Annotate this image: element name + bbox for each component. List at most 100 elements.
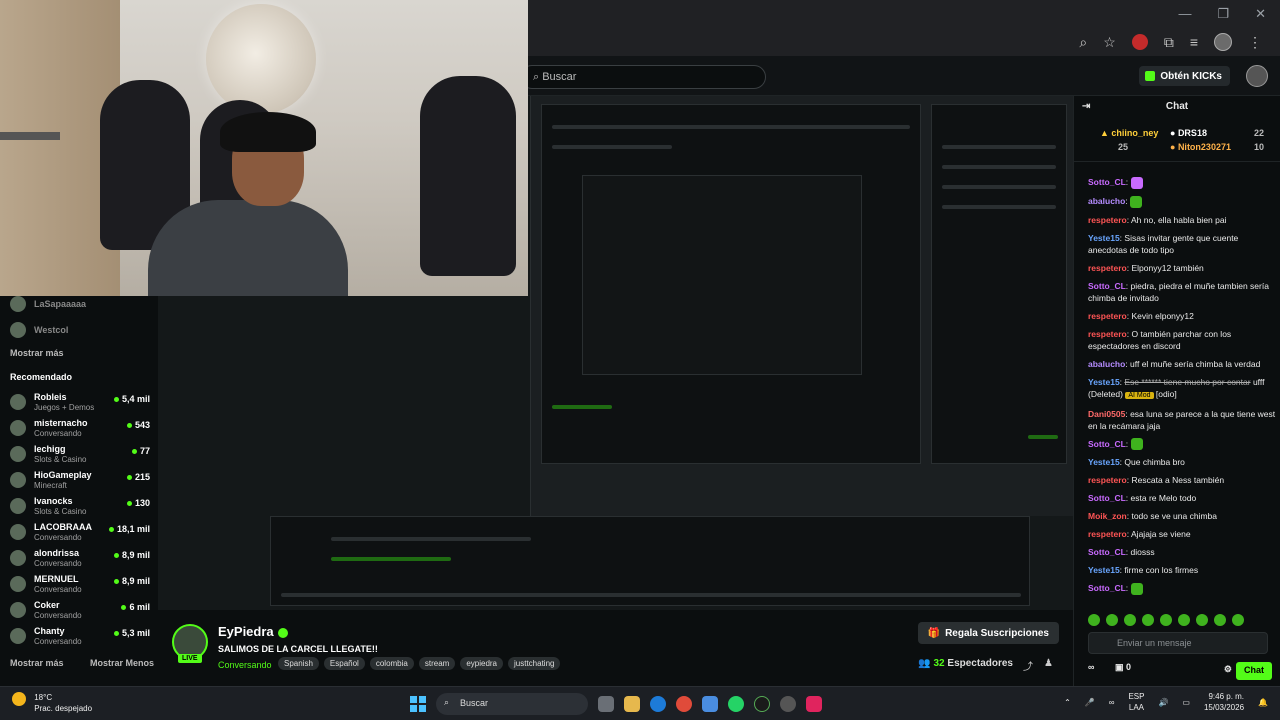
- edge-icon[interactable]: [650, 696, 666, 712]
- gifter-third[interactable]: ● Niton230271: [1170, 142, 1231, 152]
- profile-avatar[interactable]: [1214, 33, 1232, 51]
- volume-icon[interactable]: 🔊: [1158, 698, 1168, 707]
- infinity-icon[interactable]: ∞: [1088, 662, 1094, 672]
- chat-username[interactable]: respetero: [1088, 475, 1127, 485]
- clock[interactable]: 9:46 p. m. 15/03/2026: [1204, 691, 1244, 713]
- chat-username[interactable]: Yeste15: [1088, 377, 1120, 387]
- streamer-name[interactable]: EyPiedra: [218, 624, 288, 639]
- chat-username[interactable]: respetero: [1088, 329, 1127, 339]
- emote-icon[interactable]: [1196, 614, 1208, 626]
- sidebar-item-recommended[interactable]: misternacho Conversando 543: [10, 418, 150, 438]
- extensions-puzzle-icon[interactable]: ⧉: [1164, 34, 1174, 51]
- gift-subs-button[interactable]: 🎁 Regala Suscripciones: [917, 622, 1059, 644]
- sidebar-item-recommended[interactable]: lechigg Slots & Casino 77: [10, 444, 150, 464]
- extension-kick-icon[interactable]: [1131, 34, 1148, 50]
- gifter-first[interactable]: ▲ chiino_ney: [1100, 128, 1158, 138]
- tiktok-icon[interactable]: [806, 696, 822, 712]
- user-avatar[interactable]: [1246, 65, 1268, 87]
- chat-username[interactable]: Sotto_CL: [1088, 547, 1126, 557]
- show-more-link[interactable]: Mostrar más: [10, 348, 64, 358]
- collapse-chat-icon[interactable]: ⇥: [1082, 101, 1090, 112]
- stream-tag[interactable]: justtchating: [508, 657, 561, 670]
- zoom-icon[interactable]: ⌕: [1079, 34, 1087, 51]
- menu-kebab-icon[interactable]: ⋮: [1248, 34, 1262, 51]
- chat-username[interactable]: Sotto_CL: [1088, 439, 1126, 449]
- task-view-icon[interactable]: [598, 696, 614, 712]
- gift-count[interactable]: ▣ 0: [1115, 662, 1131, 672]
- chrome-icon[interactable]: [676, 696, 692, 712]
- chat-username[interactable]: Sotto_CL: [1088, 493, 1126, 503]
- chat-username[interactable]: abalucho: [1088, 196, 1125, 206]
- category-link[interactable]: Conversando: [218, 660, 272, 670]
- sidebar-item-recommended[interactable]: MERNUEL Conversando 8,9 mil: [10, 574, 150, 594]
- chat-username[interactable]: Sotto_CL: [1088, 177, 1126, 187]
- chat-username[interactable]: Dani0505: [1088, 409, 1125, 419]
- close-icon[interactable]: ✕: [1255, 6, 1266, 22]
- windows-start-icon[interactable]: [410, 696, 426, 712]
- stream-tag[interactable]: colombia: [369, 657, 414, 670]
- notifications-icon[interactable]: 🔔: [1258, 698, 1268, 707]
- chat-username[interactable]: Yeste15: [1088, 457, 1120, 467]
- share-icon[interactable]: ⤴: [1023, 658, 1033, 673]
- mic-icon[interactable]: 🎤: [1085, 698, 1095, 707]
- sidebar-item-recommended[interactable]: Ivanocks Slots & Casino 130: [10, 496, 150, 516]
- chat-username[interactable]: respetero: [1088, 311, 1127, 321]
- sidebar-item-recommended[interactable]: Coker Conversando 6 mil: [10, 600, 150, 620]
- search-input[interactable]: ⌕ Buscar: [520, 65, 766, 89]
- emote-icon[interactable]: [1178, 614, 1190, 626]
- copilot-icon[interactable]: ∞: [1109, 698, 1115, 707]
- chat-username[interactable]: Sotto_CL: [1088, 281, 1126, 291]
- emote-icon[interactable]: [1214, 614, 1226, 626]
- chat-username[interactable]: Moik_zon: [1088, 511, 1127, 521]
- stream-tag[interactable]: eypiedra: [460, 657, 503, 670]
- sidebar-item-westcol[interactable]: Westcol: [10, 322, 150, 338]
- emote-icon[interactable]: [1160, 614, 1172, 626]
- app-icon[interactable]: [754, 696, 770, 712]
- chat-username[interactable]: respetero: [1088, 215, 1127, 225]
- chat-username[interactable]: Yeste15: [1088, 565, 1120, 575]
- gifter-second[interactable]: ● DRS18: [1170, 128, 1207, 138]
- verified-icon: [277, 627, 288, 638]
- emote-icon[interactable]: [1106, 614, 1118, 626]
- show-less-link[interactable]: Mostrar Menos: [90, 658, 154, 668]
- get-kicks-button[interactable]: Obtén KICKs: [1139, 66, 1230, 86]
- emote-icon[interactable]: [1232, 614, 1244, 626]
- bookmark-star-icon[interactable]: ☆: [1103, 34, 1116, 51]
- chat-panel: ⇥ Chat ▲ chiino_ney 25 ● DRS18 22 ● Nito…: [1073, 96, 1280, 686]
- minimize-icon[interactable]: —: [1178, 6, 1191, 22]
- sidebar-item-lasapaaaaa[interactable]: LaSapaaaaa: [10, 296, 150, 312]
- app-icon[interactable]: [702, 696, 718, 712]
- taskbar-search[interactable]: ⌕ Buscar: [436, 693, 588, 715]
- stream-tag[interactable]: Español: [323, 657, 365, 670]
- chevron-up-icon[interactable]: ⌃: [1064, 698, 1071, 707]
- sidebar-item-recommended[interactable]: LACOBRAAA Conversando 18,1 mil: [10, 522, 150, 542]
- whatsapp-icon[interactable]: [728, 696, 744, 712]
- follow-icon[interactable]: ♟: [1044, 658, 1053, 669]
- chat-username[interactable]: Sotto_CL: [1088, 583, 1126, 593]
- stream-tag[interactable]: stream: [418, 657, 456, 670]
- emote-icon[interactable]: [1142, 614, 1154, 626]
- emote-icon[interactable]: [1088, 614, 1100, 626]
- chat-username[interactable]: abalucho: [1088, 359, 1125, 369]
- chat-input[interactable]: Enviar un mensaje: [1088, 632, 1268, 654]
- stream-tag[interactable]: Spanish: [278, 657, 319, 670]
- file-explorer-icon[interactable]: [624, 696, 640, 712]
- channel-name: Robleis: [34, 392, 67, 402]
- settings-gear-icon[interactable]: ⚙: [1224, 664, 1232, 675]
- chat-username[interactable]: respetero: [1088, 263, 1127, 273]
- obs-icon[interactable]: [780, 696, 796, 712]
- show-more-link-2[interactable]: Mostrar más: [10, 658, 64, 668]
- chat-username[interactable]: Yeste15: [1088, 233, 1120, 243]
- maximize-icon[interactable]: ❐: [1217, 6, 1229, 22]
- battery-icon[interactable]: ▭: [1182, 698, 1190, 707]
- sidebar-item-recommended[interactable]: Robleis Juegos + Demos 5,4 mil: [10, 392, 150, 412]
- emote-icon[interactable]: [1124, 614, 1136, 626]
- reading-list-icon[interactable]: ≡: [1190, 34, 1198, 50]
- chat-username[interactable]: respetero: [1088, 529, 1127, 539]
- language-indicator[interactable]: ESP LAA: [1128, 691, 1144, 713]
- sidebar-item-recommended[interactable]: HioGameplay Minecraft 215: [10, 470, 150, 490]
- weather-widget[interactable]: 18°C Prac. despejado: [12, 692, 92, 714]
- chat-send-button[interactable]: Chat: [1236, 662, 1272, 680]
- sidebar-item-recommended[interactable]: Chanty Conversando 5,3 mil: [10, 626, 150, 646]
- sidebar-item-recommended[interactable]: alondrissa Conversando 8,9 mil: [10, 548, 150, 568]
